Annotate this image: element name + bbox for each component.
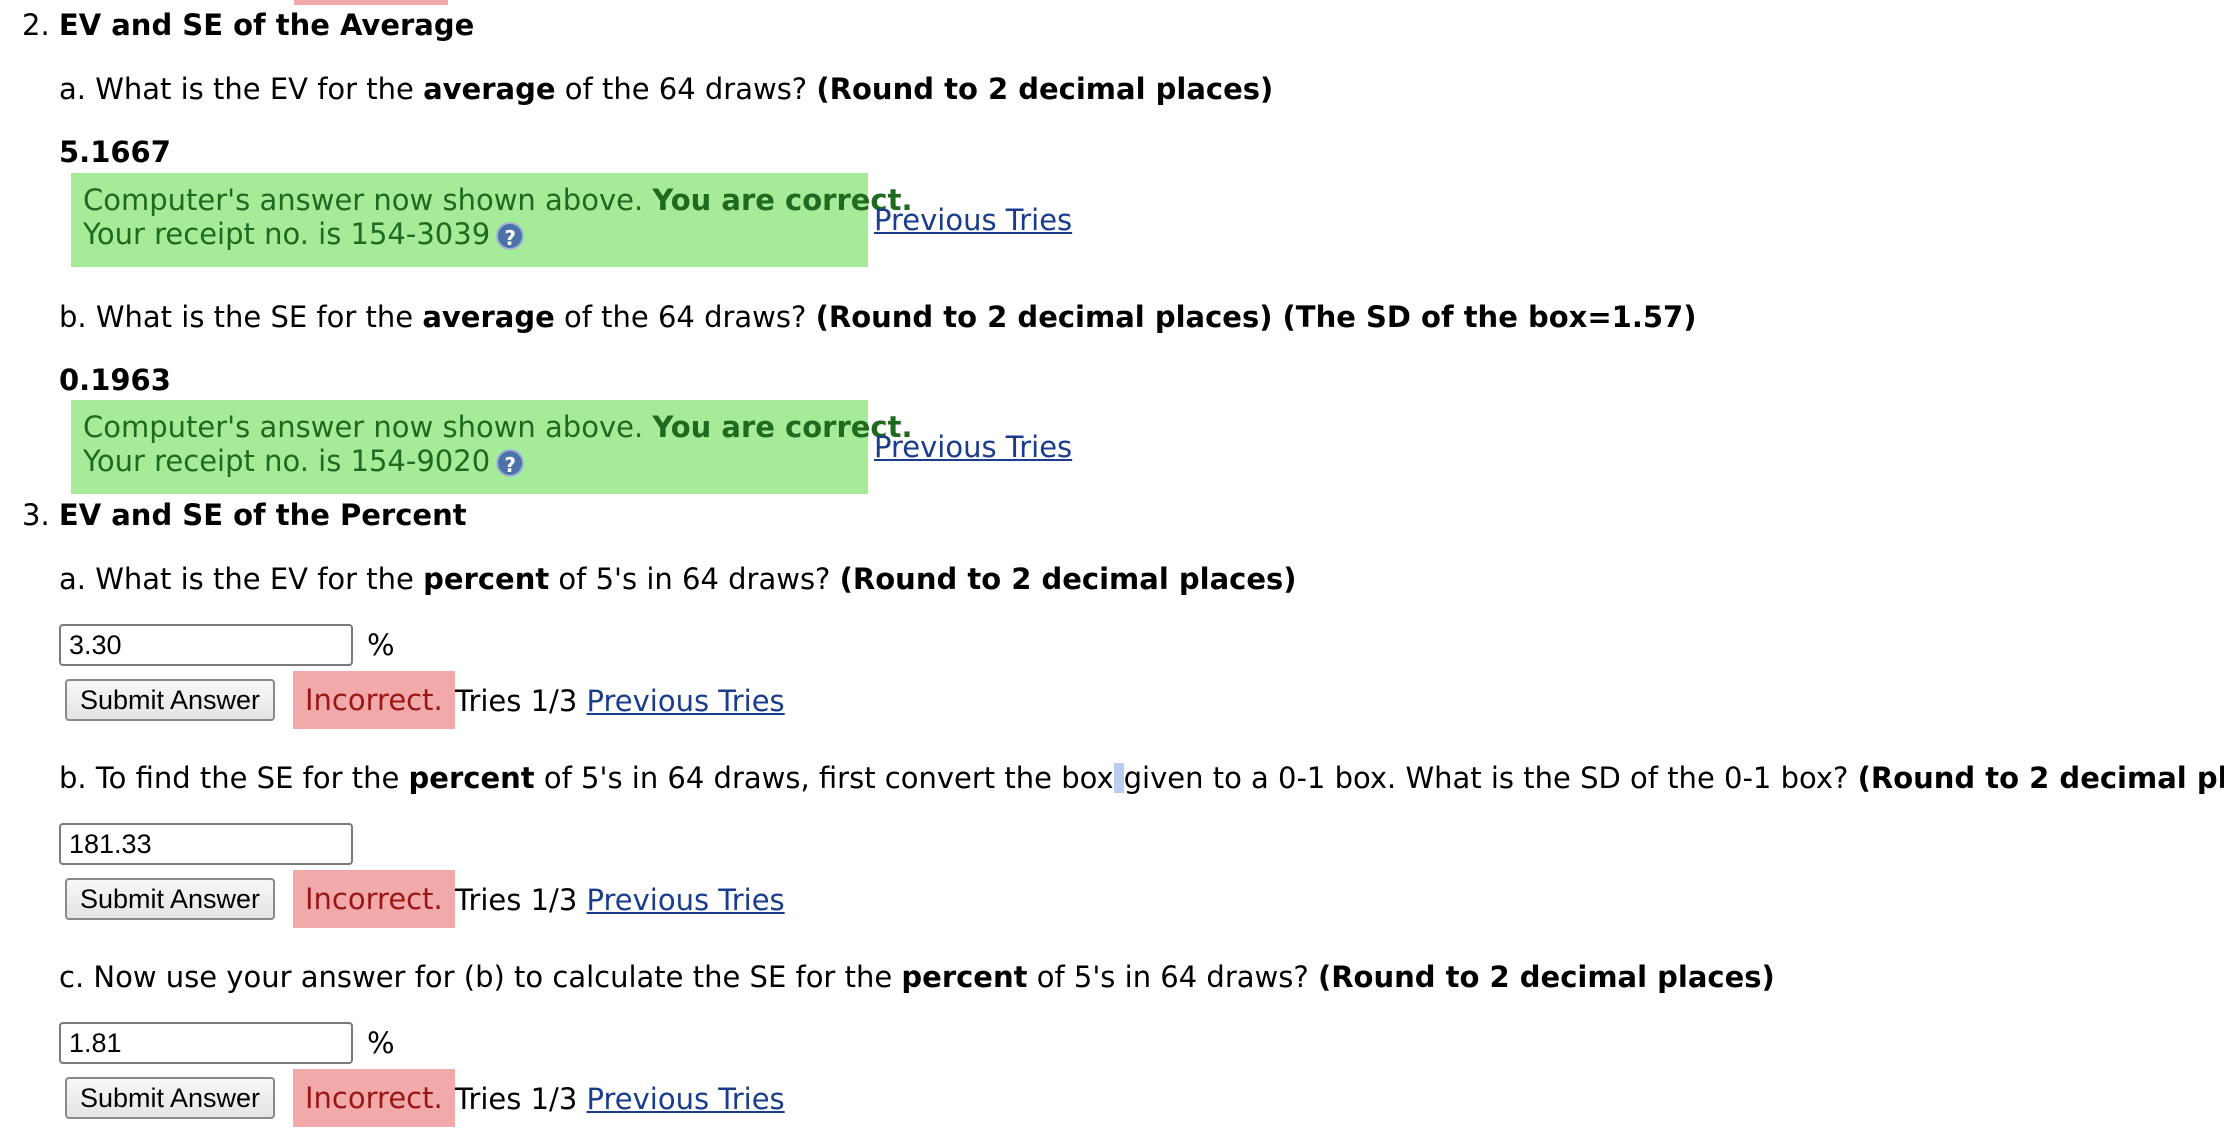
question-text: of the 64 draws? [554, 300, 816, 334]
answer-input-3a[interactable]: 3.30 [59, 624, 353, 666]
question-note: (Round to 2 decimal places) [1857, 761, 2224, 795]
section-number: 3. [22, 498, 50, 532]
question-3a: a. What is the EV for the percent of 5's… [59, 562, 1297, 596]
question-text: given to a 0-1 box. What is the SD of th… [1123, 761, 1858, 795]
receipt-text: Your receipt no. is 154-9020 [83, 444, 491, 478]
tries-count: Tries 1/3 [455, 684, 578, 718]
question-emphasis: average [423, 72, 556, 106]
question-text: b. To find the SE for the [59, 761, 409, 795]
text-cursor-highlight [1113, 763, 1124, 793]
question-2a: a. What is the EV for the average of the… [59, 72, 1273, 106]
help-circle-icon[interactable]: ? [496, 449, 525, 477]
answer-input-3c[interactable]: 1.81 [59, 1022, 353, 1064]
incorrect-badge-3b: Incorrect. [293, 870, 455, 928]
question-note: (Round to 2 decimal places) [816, 72, 1274, 106]
submit-answer-button-3b[interactable]: Submit Answer [65, 878, 275, 920]
previous-tries-link-3c[interactable]: Previous Tries [587, 1082, 785, 1116]
question-emphasis: average [422, 300, 555, 334]
question-text: c. Now use your answer for (b) to calcul… [59, 960, 902, 994]
previous-tries-link-2a[interactable]: Previous Tries [874, 203, 1072, 237]
question-text: b. What is the SE for the [59, 300, 423, 334]
feedback-text: Computer's answer now shown above. [83, 410, 653, 444]
feedback-line-2: Your receipt no. is 154-3039? [83, 217, 525, 252]
question-text: of the 64 draws? [555, 72, 817, 106]
tries-3a: Tries 1/3 Previous Tries [455, 684, 785, 718]
previous-tries-link-3b[interactable]: Previous Tries [587, 883, 785, 917]
section-3-heading: 3. EV and SE of the Percent [22, 498, 467, 532]
question-emphasis: percent [901, 960, 1028, 994]
section-2-heading: 2. EV and SE of the Average [22, 8, 474, 42]
answer-2a: 5.1667 [59, 135, 171, 169]
incorrect-badge-3c: Incorrect. [293, 1069, 455, 1127]
feedback-line-2: Your receipt no. is 154-9020? [83, 444, 525, 479]
previous-tries-link-3a[interactable]: Previous Tries [587, 684, 785, 718]
submit-answer-button-3c[interactable]: Submit Answer [65, 1077, 275, 1119]
question-note: (Round to 2 decimal places) [1317, 960, 1775, 994]
question-2b: b. What is the SE for the average of the… [59, 300, 1696, 334]
feedback-line-1: Computer's answer now shown above. You a… [83, 410, 913, 445]
tries-3b: Tries 1/3 Previous Tries [455, 883, 785, 917]
submit-answer-button-3a[interactable]: Submit Answer [65, 679, 275, 721]
section-title: EV and SE of the Percent [58, 498, 467, 532]
question-text: a. What is the EV for the [59, 562, 424, 596]
tries-count: Tries 1/3 [455, 1082, 578, 1116]
section-title: EV and SE of the Average [58, 8, 475, 42]
receipt-text: Your receipt no. is 154-3039 [83, 217, 491, 251]
feedback-line-1: Computer's answer now shown above. You a… [83, 183, 913, 218]
question-text: of 5's in 64 draws? [549, 562, 840, 596]
question-emphasis: percent [408, 761, 535, 795]
question-text: of 5's in 64 draws? [1027, 960, 1318, 994]
help-circle-icon[interactable]: ? [496, 222, 525, 250]
question-note: (Round to 2 decimal places) (The SD of t… [815, 300, 1697, 334]
previous-feedback-edge [294, 0, 448, 5]
question-text: of 5's in 64 draws, first convert the bo… [534, 761, 1114, 795]
incorrect-badge-3a: Incorrect. [293, 671, 455, 729]
correct-feedback-2b: Computer's answer now shown above. You a… [71, 400, 913, 494]
unit-percent: % [367, 628, 395, 662]
question-3c: c. Now use your answer for (b) to calcul… [59, 960, 1775, 994]
correct-feedback-2a: Computer's answer now shown above. You a… [71, 173, 913, 267]
answer-2b: 0.1963 [59, 363, 171, 397]
feedback-text: Computer's answer now shown above. [83, 183, 653, 217]
section-number: 2. [22, 8, 50, 42]
question-emphasis: percent [423, 562, 550, 596]
tries-count: Tries 1/3 [455, 883, 578, 917]
tries-3c: Tries 1/3 Previous Tries [455, 1082, 785, 1116]
previous-tries-link-2b[interactable]: Previous Tries [874, 430, 1072, 464]
question-text: a. What is the EV for the [59, 72, 424, 106]
answer-input-3b[interactable]: 181.33 [59, 823, 353, 865]
unit-percent: % [367, 1026, 395, 1060]
question-note: (Round to 2 decimal places) [839, 562, 1297, 596]
question-3b: b. To find the SE for the percent of 5's… [59, 761, 2224, 795]
